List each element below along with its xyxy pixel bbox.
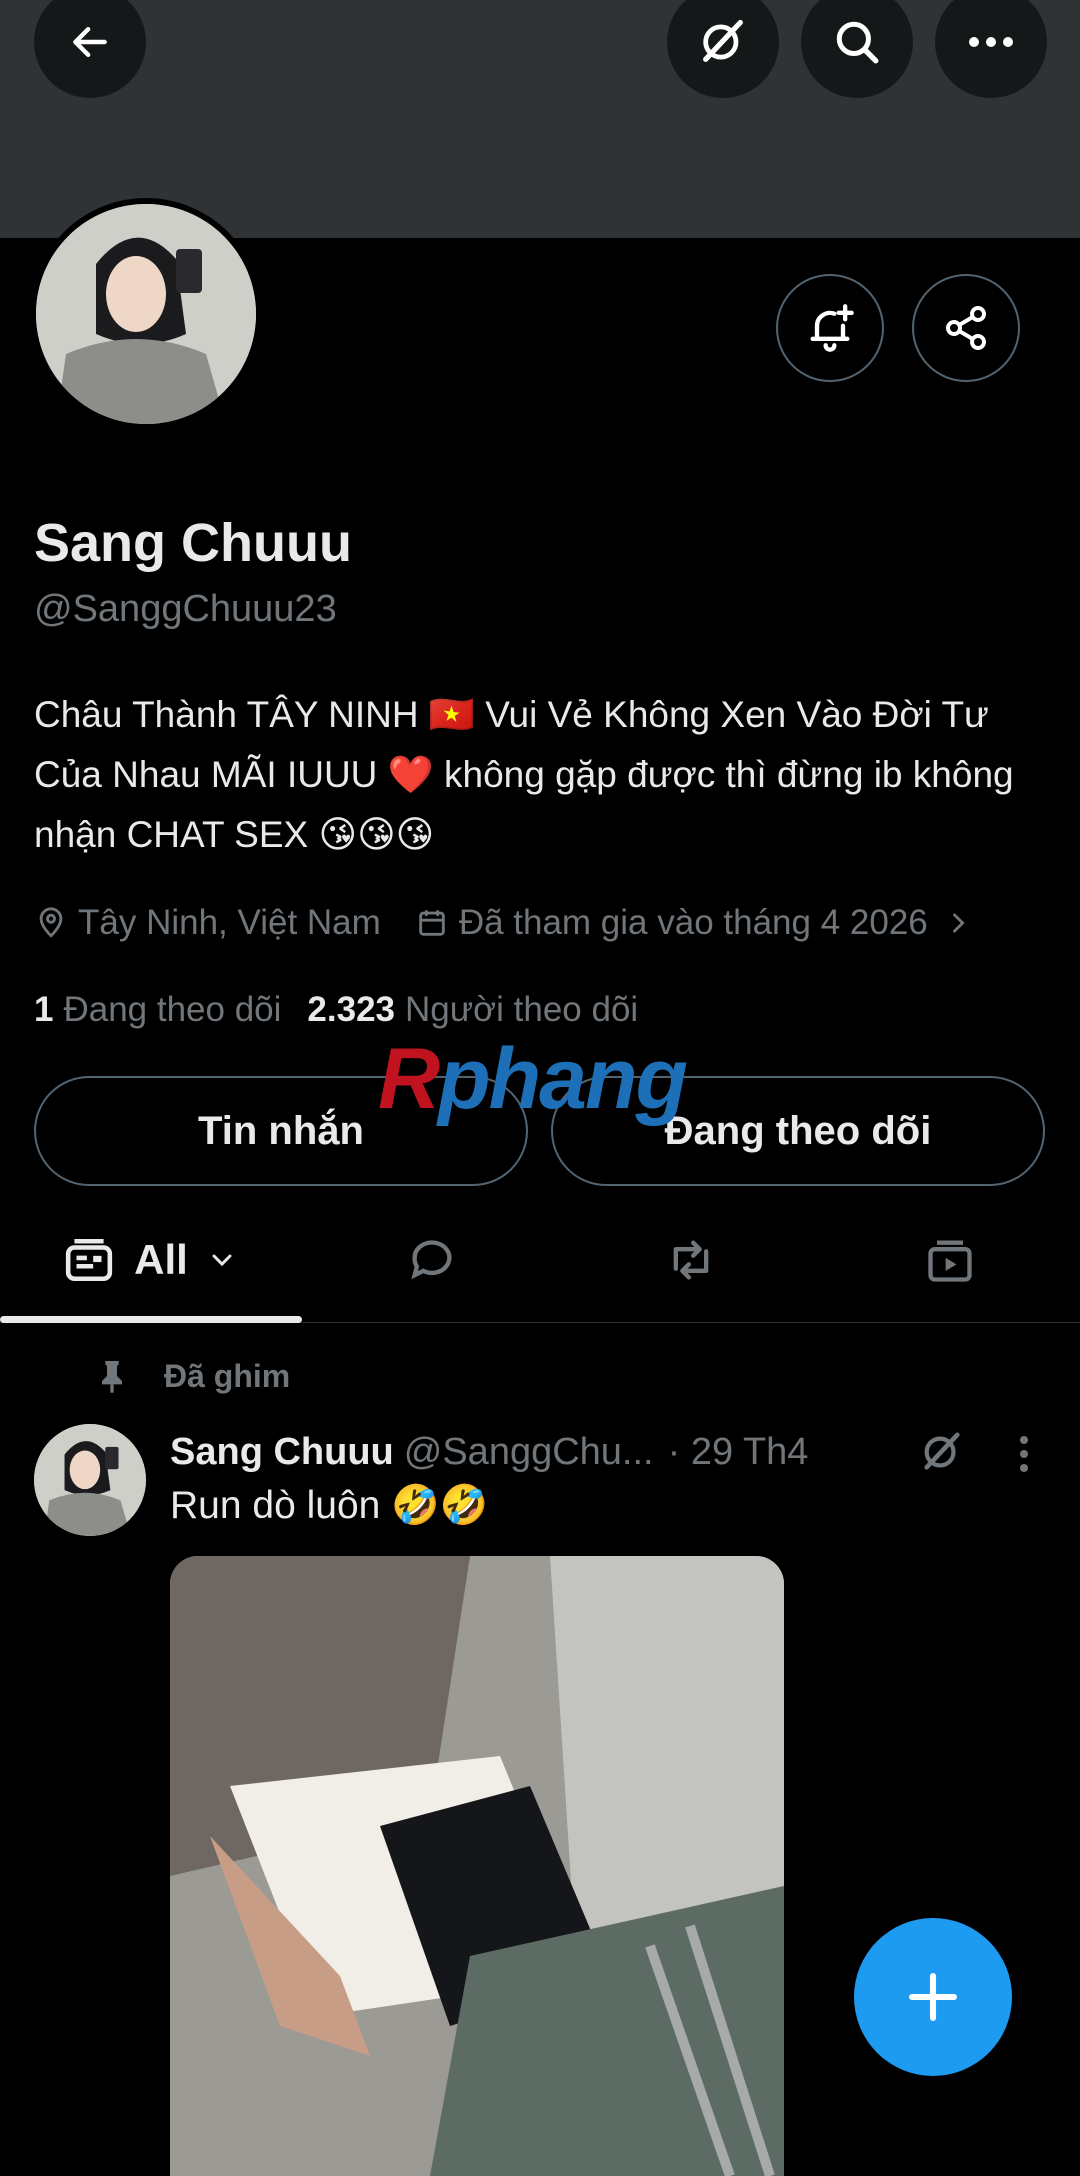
compose-button[interactable] [854,1918,1012,2076]
back-arrow-icon [73,26,107,58]
profile-meta: Tây Ninh, Việt Nam Đã tham gia vào tháng… [34,898,1016,948]
notify-button[interactable] [776,274,884,382]
share-button[interactable] [912,274,1020,382]
post-header: Sang Chuuu @SanggChu... · 29 Th4 [170,1424,808,1480]
post-more-button[interactable] [1006,1428,1042,1480]
comment-bubble-icon [411,1240,452,1280]
following-stat[interactable]: 1 Đang theo dõi [34,990,281,1030]
plus-icon [908,1972,958,2022]
grok-icon [703,19,743,62]
repost-icon [673,1240,709,1280]
grok-icon [924,1432,960,1470]
following-count: 1 [34,990,54,1029]
post-avatar[interactable] [34,1424,146,1536]
message-button-label: Tin nhắn [198,1108,364,1153]
post-author-name[interactable]: Sang Chuuu [170,1431,394,1474]
video-thumbnail [170,1556,784,2176]
location-pin-icon [39,907,63,938]
post-author-handle[interactable]: @SanggChu... [404,1431,654,1474]
join-date-text: Đã tham gia vào tháng 4 2026 [458,903,928,942]
follow-stats: 1 Đang theo dõi 2.323 Người theo dõi [34,990,664,1030]
post-time: · 29 Th4 [667,1430,809,1473]
video-icon [928,1240,972,1282]
chevron-right-icon [952,913,965,933]
active-tab-indicator [0,1316,302,1323]
profile-tabs: All [0,1198,1080,1323]
more-vertical-icon [1020,1436,1028,1472]
post-grok-button[interactable] [912,1422,972,1482]
avatar-photo [36,204,256,424]
pinned-indicator: Đã ghim [92,1356,290,1396]
pinned-label: Đã ghim [164,1357,291,1394]
tab-reposts[interactable] [562,1198,820,1322]
profile-name: Sang Chuuu [34,513,352,573]
post-text: Run dò luôn 🤣🤣 [170,1484,489,1527]
timeline-icon [66,1238,113,1282]
avatar-photo [34,1424,146,1536]
tab-all[interactable]: All [0,1198,302,1322]
more-horizontal-icon [969,37,1013,47]
profile-avatar-frame [30,198,262,430]
location-text: Tây Ninh, Việt Nam [78,903,381,942]
following-button-label: Đang theo dõi [664,1108,932,1153]
post-media[interactable] [170,1556,784,2176]
avatar[interactable] [36,204,256,424]
followers-label: Người theo dõi [405,990,639,1029]
followers-stat[interactable]: 2.323 Người theo dõi [307,990,638,1030]
tab-replies[interactable] [302,1198,562,1322]
pin-icon [102,1361,122,1393]
profile-handle: @SanggChuuu23 [34,588,337,630]
search-icon [836,21,879,64]
join-date[interactable]: Đã tham gia vào tháng 4 2026 [415,903,982,943]
bell-plus-icon [810,304,854,352]
tab-media[interactable] [820,1198,1080,1322]
share-icon [946,306,986,350]
following-label: Đang theo dõi [63,990,282,1029]
profile-bio: Châu Thành TÂY NINH 🇻🇳 Vui Vẻ Không Xen … [34,694,1014,855]
watermark-logo: Rphang [378,1031,688,1127]
followers-count: 2.323 [307,990,396,1029]
calendar-icon [419,910,445,936]
chevron-down-icon [212,1254,232,1267]
tab-all-label: All [134,1236,188,1283]
location: Tây Ninh, Việt Nam [34,903,381,943]
